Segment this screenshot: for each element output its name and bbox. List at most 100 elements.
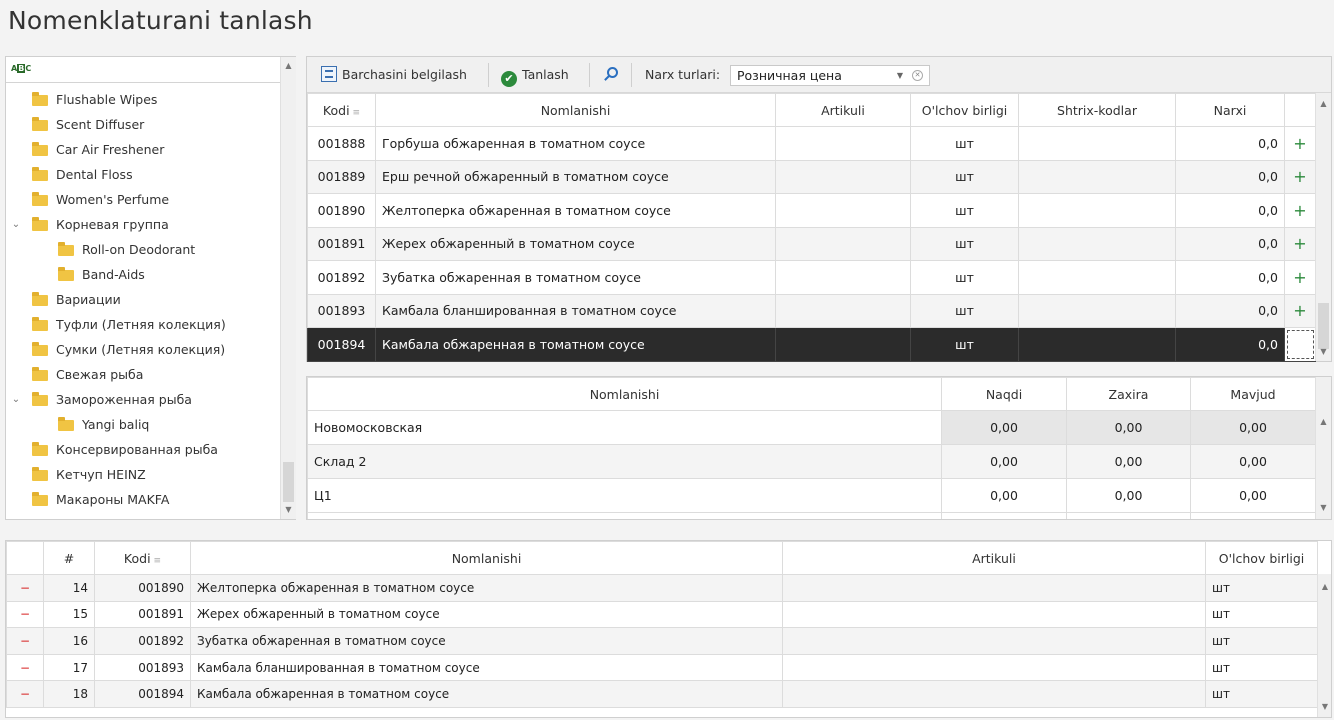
remove-item-icon[interactable]: − <box>6 600 44 629</box>
add-item-icon[interactable]: + <box>1284 260 1316 295</box>
scroll-down-icon[interactable]: ▼ <box>281 505 296 514</box>
add-item-icon[interactable]: + <box>1284 126 1316 161</box>
cell-price: 0,0 <box>1175 159 1285 194</box>
selected-scrollbar[interactable]: ▲ ▼ <box>1317 574 1331 717</box>
price-type-select[interactable]: Розничная цена ▼ ✕ <box>730 65 930 86</box>
column-header-code[interactable]: Kodi ≡ <box>307 93 376 127</box>
column-header-name[interactable]: Nomlanishi <box>375 93 776 127</box>
add-item-icon[interactable]: + <box>1284 293 1316 328</box>
tree-item[interactable]: Band-Aids <box>6 262 280 287</box>
table-row[interactable]: −16 001892 Зубатка обжаренная в томатном с… <box>6 627 1318 655</box>
scroll-thumb[interactable] <box>1318 303 1329 349</box>
toolbar-divider <box>488 63 489 87</box>
scroll-down-icon[interactable]: ▼ <box>1316 347 1331 356</box>
column-header-code[interactable]: Kodi ≡ <box>94 541 191 575</box>
cell-reserve: 0,00 <box>1066 444 1191 479</box>
tree-item[interactable]: ⌄ Замороженная рыба <box>6 387 280 412</box>
select-all-button[interactable]: Barchasini belgilash <box>315 63 473 87</box>
scroll-up-icon[interactable]: ▲ <box>1316 99 1331 108</box>
tree-item[interactable]: Кетчуп HEINZ <box>6 462 280 487</box>
cell-cash: 0,00 <box>941 478 1067 513</box>
search-button[interactable] <box>597 63 623 87</box>
tree-item[interactable]: ⌄ Корневая группа <box>6 212 280 237</box>
column-header-article[interactable]: Artikuli <box>782 541 1206 575</box>
remove-item-icon[interactable]: − <box>6 574 44 602</box>
expand-caret-icon[interactable]: ⌄ <box>10 387 22 412</box>
cell-article <box>782 600 1206 629</box>
table-row[interactable]: Ц1 0,00 0,00 0,00 <box>307 478 1316 513</box>
tree-item[interactable]: Roll-on Deodorant <box>6 237 280 262</box>
items-scrollbar[interactable]: ▲ ▼ <box>1315 93 1331 361</box>
sort-icon[interactable]: ≡ <box>353 108 361 118</box>
column-header-barcodes[interactable]: Shtrix-kodlar <box>1018 93 1176 127</box>
folder-icon <box>32 292 48 306</box>
column-header-price[interactable]: Narxi <box>1175 93 1285 127</box>
column-header-cash[interactable]: Naqdi <box>941 377 1067 411</box>
table-row[interactable]: −18 001894 Камбала обжаренная в томатном с… <box>6 680 1318 708</box>
add-item-icon[interactable]: + <box>1284 226 1316 261</box>
remove-item-icon[interactable]: − <box>6 680 44 708</box>
scroll-thumb[interactable] <box>283 462 294 502</box>
table-row[interactable]: 001889 Ерш речной обжаренный в томатном с… <box>307 159 1316 194</box>
chevron-down-icon[interactable]: ▼ <box>897 66 903 85</box>
column-header-article[interactable]: Artikuli <box>775 93 911 127</box>
sort-icon[interactable]: ≡ <box>154 556 162 566</box>
tree-item[interactable]: Свежая рыба <box>6 362 280 387</box>
tree-item[interactable]: Yangi baliq <box>6 412 280 437</box>
add-item-icon[interactable]: + <box>1284 193 1316 228</box>
folder-icon <box>58 242 74 256</box>
table-row[interactable]: −14 001890 Желтоперка обжаренная в томатно… <box>6 574 1318 602</box>
column-header-number[interactable]: # <box>43 541 95 575</box>
scroll-up-icon[interactable]: ▲ <box>1316 417 1331 426</box>
items-panel: Barchasini belgilash ✔ Tanlash Narx turla… <box>306 56 1332 362</box>
tree-item[interactable]: Туфли (Летняя колекция) <box>6 312 280 337</box>
scroll-down-icon[interactable]: ▼ <box>1316 503 1331 512</box>
cell-unit: шт <box>910 193 1019 228</box>
tree-item[interactable]: Dental Floss <box>6 162 280 187</box>
column-header-name[interactable]: Nomlanishi <box>190 541 783 575</box>
table-row[interactable]: 001893 Камбала бланшированная в томатном … <box>307 293 1316 328</box>
tree-item[interactable]: Консервированная рыба <box>6 437 280 462</box>
tree-search-input[interactable]: ABC <box>6 57 280 83</box>
table-row[interactable]: 001892 Зубатка обжаренная в томатном соус… <box>307 260 1316 295</box>
tree-item[interactable]: Сумки (Летняя колекция) <box>6 337 280 362</box>
table-row[interactable]: 001894 Камбала обжаренная в томатном соус… <box>307 327 1316 362</box>
clear-icon[interactable]: ✕ <box>912 70 923 81</box>
column-header-name[interactable]: Nomlanishi <box>307 377 942 411</box>
tree-item[interactable]: Flushable Wipes <box>6 87 280 112</box>
tree-item[interactable]: Women's Perfume <box>6 187 280 212</box>
table-row[interactable]: −17 001893 Камбала бланшированная в томатн… <box>6 653 1318 682</box>
add-item-icon[interactable]: + <box>1284 327 1316 362</box>
expand-caret-icon[interactable]: ⌄ <box>10 212 22 237</box>
tree-item[interactable]: Car Air Freshener <box>6 137 280 162</box>
cell-number: 16 <box>43 627 95 655</box>
select-button[interactable]: ✔ Tanlash <box>495 63 575 87</box>
cell-name: Желтоперка обжаренная в томатном соусе <box>190 574 783 602</box>
cell-barcodes <box>1018 159 1176 194</box>
scroll-down-icon[interactable]: ▼ <box>1318 702 1331 711</box>
table-row[interactable]: 001888 Горбуша обжаренная в томатном соус… <box>307 126 1316 161</box>
cell-article <box>775 126 911 161</box>
remove-item-icon[interactable]: − <box>6 653 44 682</box>
tree-item[interactable]: Scent Diffuser <box>6 112 280 137</box>
table-row[interactable]: 001891 Жерех обжаренный в томатном соусе ш… <box>307 226 1316 261</box>
cell-unit: шт <box>1205 653 1318 682</box>
tree-scrollbar[interactable]: ▲ ▼ <box>280 57 296 519</box>
column-header-unit[interactable]: O'lchov birligi <box>910 93 1019 127</box>
stock-scrollbar[interactable]: ▲ ▼ <box>1315 377 1331 519</box>
folder-icon <box>58 417 74 431</box>
check-icon: ✔ <box>501 71 517 87</box>
table-row[interactable]: −15 001891 Жерех обжаренный в томатном соу… <box>6 600 1318 629</box>
column-header-unit[interactable]: O'lchov birligi <box>1205 541 1318 575</box>
column-header-available[interactable]: Mavjud <box>1190 377 1316 411</box>
add-item-icon[interactable]: + <box>1284 159 1316 194</box>
tree-item[interactable]: Вариации <box>6 287 280 312</box>
tree-item[interactable]: Макароны MAKFA <box>6 487 280 512</box>
table-row[interactable]: 001890 Желтоперка обжаренная в томатном с… <box>307 193 1316 228</box>
table-row[interactable]: Склад 2 0,00 0,00 0,00 <box>307 444 1316 479</box>
remove-item-icon[interactable]: − <box>6 627 44 655</box>
scroll-up-icon[interactable]: ▲ <box>281 61 296 70</box>
column-header-reserve[interactable]: Zaxira <box>1066 377 1191 411</box>
scroll-up-icon[interactable]: ▲ <box>1318 582 1331 591</box>
table-row[interactable]: Новомосковская 0,00 0,00 0,00 <box>307 410 1316 445</box>
